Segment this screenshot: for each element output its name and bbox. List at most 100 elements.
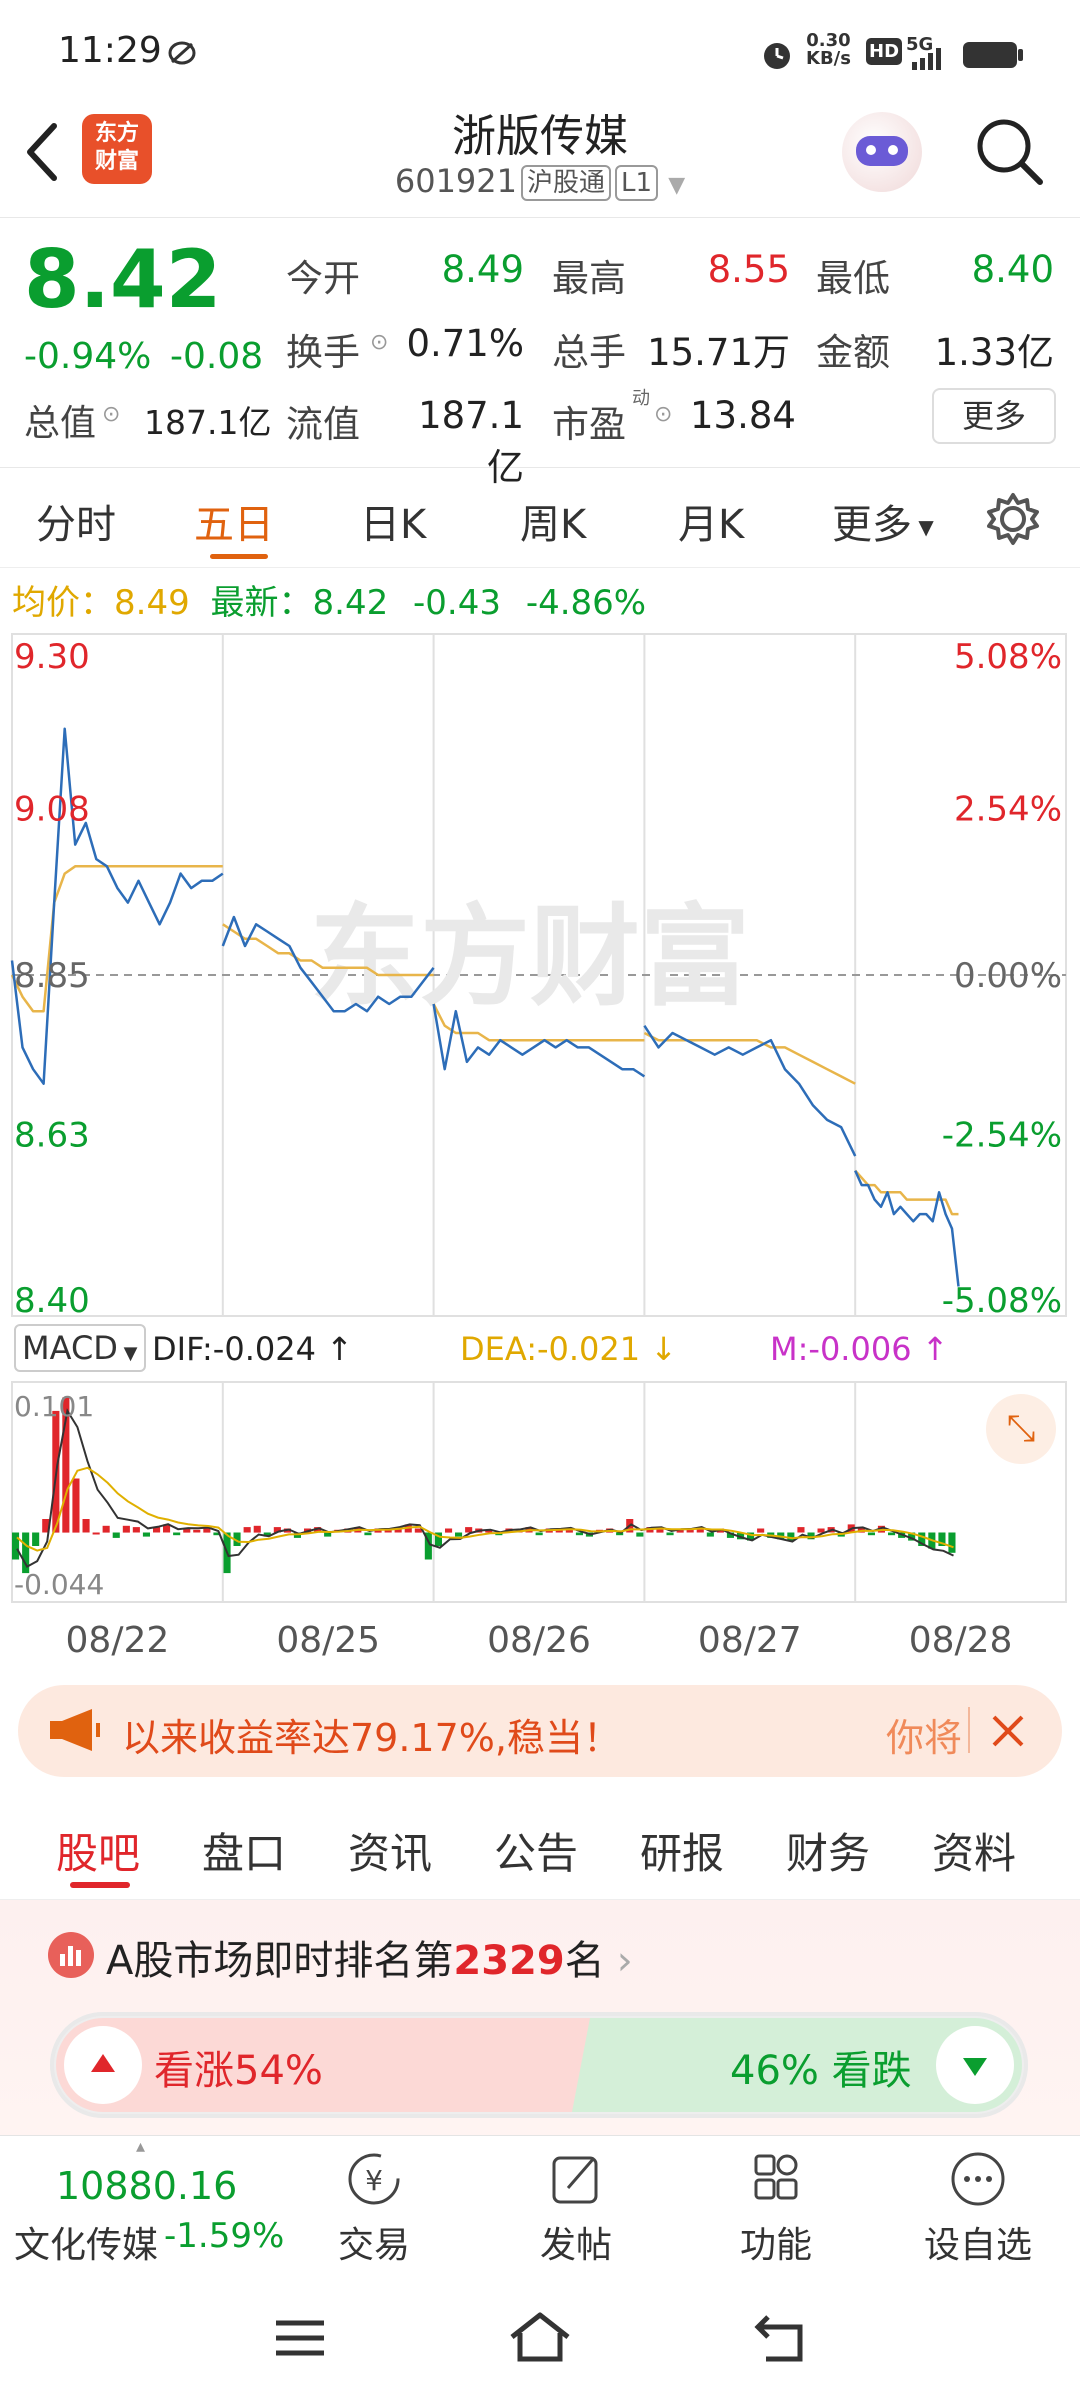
macd-bar: [193, 1529, 201, 1533]
sector-index-value[interactable]: 10880.16: [56, 2164, 237, 2208]
status-bar: 11:29 0.30 KB/s HD 5G: [0, 0, 1080, 100]
dropdown-triangle-icon: ▼: [117, 1343, 138, 1364]
watermark: 东方财富: [310, 893, 750, 1021]
date-label: 08/27: [698, 1620, 802, 1660]
expand-icon[interactable]: ⤡: [986, 1394, 1056, 1464]
home-icon[interactable]: [508, 2311, 572, 2365]
active-tab-indicator: [70, 1882, 130, 1888]
tab-weekly-k[interactable]: 周K: [520, 492, 586, 550]
macd-lines: 0.101 -0.044: [14, 1390, 954, 1601]
latest-price-line: [643, 1025, 857, 1157]
tab-guba[interactable]: 股吧: [56, 1820, 140, 1881]
macd-panel-border: [11, 1381, 1067, 1603]
latest-value: 8.42: [312, 583, 389, 623]
post-button[interactable]: 发帖: [516, 2150, 636, 2268]
macd-bar: [112, 1532, 120, 1538]
grid-icon: [754, 2154, 798, 2200]
promo-banner[interactable]: 以来收益率达79.17%,稳当！ 你将: [18, 1685, 1062, 1777]
macd-bar: [122, 1525, 130, 1533]
five-day-chart[interactable]: 东方财富 9.30 5.08% 9.08 2.54% 8.85 0.00% 8.63 -2.5…: [10, 630, 1068, 1660]
macd-bar: [706, 1532, 714, 1537]
banner-right-text: 你将: [886, 1716, 963, 1760]
macd-bar: [32, 1532, 40, 1546]
bear-button[interactable]: [936, 2026, 1014, 2104]
tab-intraday[interactable]: 分时: [36, 492, 116, 550]
macd-m: M:-0.006 ↑: [770, 1330, 949, 1368]
info-circle-icon[interactable]: ⊙: [370, 330, 388, 355]
more-button[interactable]: 更多: [932, 388, 1056, 444]
trade-label: 交易: [337, 2225, 410, 2266]
tab-finance[interactable]: 财务: [786, 1820, 870, 1881]
macd-bar: [535, 1532, 543, 1536]
back-icon[interactable]: [752, 2311, 812, 2365]
tab-research[interactable]: 研报: [640, 1820, 724, 1881]
robot-assistant-icon[interactable]: [842, 112, 922, 192]
macd-bar: [132, 1527, 140, 1533]
gear-icon[interactable]: [984, 490, 1042, 548]
low-value: 8.40: [971, 248, 1054, 291]
macd-bar: [445, 1528, 453, 1533]
macd-bar: [72, 1478, 80, 1533]
price-tick-label: 8.40: [14, 1281, 90, 1321]
sector-name[interactable]: 文化传媒: [14, 2216, 158, 2268]
date-label: 08/28: [909, 1620, 1013, 1660]
tab-daily-k[interactable]: 日K: [360, 492, 426, 550]
sentiment-bar: 看涨54% 46% 看跌: [50, 2012, 1028, 2118]
period-tabs: 分时 五日 日K 周K 月K 更多 ▼: [0, 468, 1080, 568]
price-tick-label: 8.63: [14, 1115, 90, 1155]
tab-announcements[interactable]: 公告: [494, 1820, 578, 1881]
tab-more-label: 更多: [832, 502, 912, 548]
bottom-toolbar: ▴ 10880.16 文化传媒 -1.59% ¥ 交易 发帖 功能 设自选: [0, 2135, 1080, 2275]
ranking-panel: A股市场即时排名第2329名 › 看涨54% 46% 看跌: [0, 1900, 1080, 2135]
macd-histogram: [12, 1397, 956, 1574]
avg-price-line: [643, 1031, 856, 1085]
price-tick-label: 8.85: [14, 956, 90, 996]
bull-button[interactable]: [64, 2026, 142, 2104]
pe-value: 13.84: [690, 394, 796, 437]
high-value: 8.55: [707, 248, 790, 291]
stock-header: 东方 财富 浙版传媒 601921 沪股通 L1 ▼: [0, 100, 1080, 218]
info-circle-icon[interactable]: ⊙: [654, 402, 672, 427]
pe-label: 市盈: [552, 403, 626, 446]
turnover-label: 换手: [286, 331, 360, 374]
add-watchlist-button[interactable]: 设自选: [918, 2150, 1038, 2268]
info-circle-icon[interactable]: ⊙: [102, 402, 120, 427]
trade-button[interactable]: ¥ 交易: [314, 2150, 434, 2268]
dif-line: [16, 1408, 954, 1568]
more-dots-icon: [951, 2152, 1005, 2206]
macd-bar: [243, 1527, 251, 1533]
add-watchlist-label: 设自选: [923, 2225, 1032, 2266]
tab-monthly-k[interactable]: 月K: [678, 492, 744, 550]
search-icon[interactable]: [972, 114, 1048, 190]
turnover-value: 0.71%: [406, 322, 524, 365]
percent-tick-label: -2.54%: [942, 1115, 1062, 1155]
change-amount: -0.08: [170, 336, 264, 377]
float-label: 流值: [286, 403, 360, 446]
functions-button[interactable]: 功能: [716, 2150, 836, 2268]
tab-five-day[interactable]: 五日: [194, 492, 274, 550]
signal-icon: [912, 48, 941, 70]
tab-more[interactable]: 更多 ▼: [832, 492, 934, 550]
tab-pankou[interactable]: 盘口: [202, 1820, 286, 1881]
low-label: 最低: [816, 257, 890, 300]
macd-bar: [636, 1532, 644, 1537]
menu-icon[interactable]: [272, 2315, 328, 2361]
status-time: 11:29: [58, 30, 162, 71]
yen-icon: ¥: [348, 2153, 400, 2205]
dropdown-triangle-icon: ▼: [668, 173, 686, 198]
percent-tick-label: 5.08%: [954, 637, 1062, 677]
amount-label: 金额: [816, 331, 890, 374]
market-ranking[interactable]: A股市场即时排名第2329名 ›: [106, 1928, 633, 1986]
indicator-selector[interactable]: MACD ▼: [14, 1324, 146, 1372]
tab-news[interactable]: 资讯: [348, 1820, 432, 1881]
banner-text: 以来收益率达79.17%,稳当！: [122, 1716, 621, 1760]
dropdown-triangle-icon: ▼: [912, 515, 934, 539]
current-price: 8.42: [24, 233, 222, 326]
tab-profile[interactable]: 资料: [932, 1820, 1016, 1881]
level-tag: L1: [615, 165, 659, 201]
edit-icon: [552, 2156, 598, 2204]
macd-bar: [465, 1527, 473, 1533]
macd-bar: [757, 1528, 765, 1533]
chart-grid: [11, 633, 1067, 1603]
close-icon[interactable]: [988, 1711, 1028, 1751]
